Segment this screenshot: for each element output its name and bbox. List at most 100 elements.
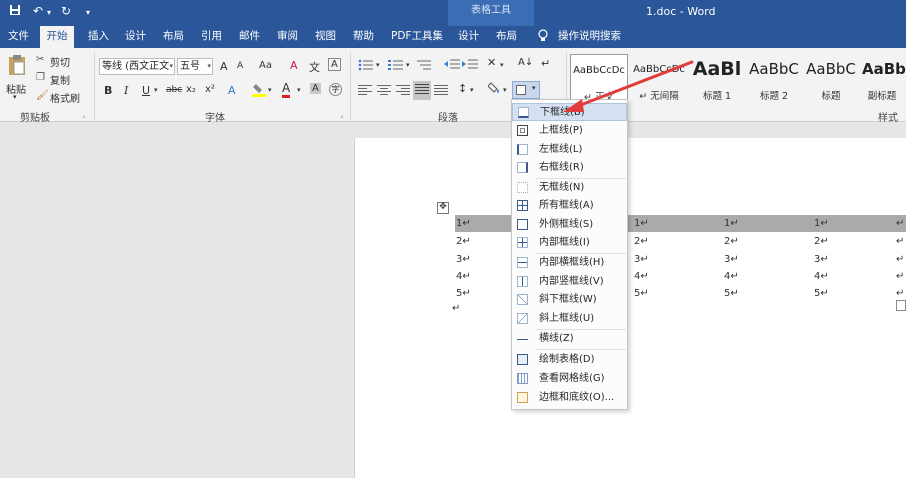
table-cell[interactable]: 3↵ <box>724 254 739 265</box>
font-name-combo[interactable]: 等线 (西文正文 ▾ <box>99 58 175 75</box>
table-cell[interactable]: ↵ <box>896 236 904 247</box>
phonetic-guide-icon[interactable]: 文 <box>309 59 320 75</box>
clear-format-button[interactable]: A <box>290 59 298 72</box>
chevron-down-icon[interactable]: ▾ <box>154 86 158 94</box>
decrease-indent-icon[interactable] <box>444 58 460 73</box>
char-border-icon[interactable]: A <box>328 58 341 71</box>
menu-item-no-border[interactable]: 无框线(N) <box>512 179 627 197</box>
table-cell[interactable]: 2↵ <box>634 236 649 247</box>
char-shading-button[interactable]: A <box>310 83 321 94</box>
numbering-icon[interactable] <box>388 59 404 74</box>
chevron-down-icon[interactable]: ▾ <box>376 61 380 69</box>
table-cell[interactable]: 1↵ <box>456 218 471 229</box>
tab-table-layout[interactable]: 布局 <box>492 26 521 48</box>
table-cell[interactable]: ↵ <box>896 288 904 299</box>
redo-icon[interactable]: ↻ <box>61 4 71 18</box>
tab-insert[interactable]: 插入 <box>84 26 113 48</box>
paste-icon[interactable] <box>8 54 26 79</box>
cut-icon[interactable]: ✂ <box>36 54 44 65</box>
table-cell[interactable]: 2↵ <box>456 236 471 247</box>
tab-table-design[interactable]: 设计 <box>454 26 483 48</box>
table-move-handle-icon[interactable]: ✥ <box>437 202 449 214</box>
document-page[interactable] <box>354 138 906 478</box>
style-no-spacing[interactable]: AaBbCcDc ↵ 无间隔 <box>630 54 688 102</box>
style-title[interactable]: AaBbC 标题 <box>802 54 860 102</box>
table-cell[interactable]: 5↵ <box>634 288 649 299</box>
menu-item-horizontal-line[interactable]: 横线(Z) <box>512 330 627 348</box>
menu-item-diagonal-up[interactable]: 斜上框线(U) <box>512 310 627 328</box>
bullets-icon[interactable] <box>358 59 374 74</box>
justify-icon[interactable] <box>413 81 431 100</box>
chevron-down-icon[interactable]: ▾ <box>297 86 301 94</box>
show-marks-icon[interactable]: ↵ <box>541 57 550 70</box>
table-cell[interactable]: 3↵ <box>814 254 829 265</box>
table-cell[interactable]: ↵ <box>896 271 904 282</box>
table-cell[interactable]: 5↵ <box>724 288 739 299</box>
shrink-font-button[interactable]: A <box>237 61 243 71</box>
chevron-down-icon[interactable]: ▾ <box>500 61 504 69</box>
customize-icon[interactable]: ▾ <box>86 8 90 17</box>
enclose-char-icon[interactable]: 字 <box>329 83 342 96</box>
menu-item-right-border[interactable]: 右框线(R) <box>512 159 627 177</box>
sort-icon[interactable]: A↓ <box>518 57 533 68</box>
undo-dropdown-icon[interactable]: ▾ <box>47 8 51 17</box>
highlight-icon[interactable] <box>252 82 266 101</box>
menu-item-top-border[interactable]: 上框线(P) <box>512 122 627 140</box>
borders-button[interactable]: ▾ <box>512 81 540 99</box>
paste-dropdown-icon[interactable]: ▾ <box>13 93 17 101</box>
align-right-icon[interactable] <box>396 84 410 99</box>
tab-references[interactable]: 引用 <box>197 26 226 48</box>
chevron-down-icon[interactable]: ▾ <box>503 86 507 94</box>
table-cell[interactable]: 1↵ <box>724 218 739 229</box>
menu-item-borders-shading[interactable]: 边框和底纹(O)... <box>512 389 627 407</box>
table-resize-handle-icon[interactable] <box>896 300 906 311</box>
copy-button[interactable]: 复制 <box>50 72 70 87</box>
tab-review[interactable]: 审阅 <box>273 26 302 48</box>
menu-item-view-gridlines[interactable]: 查看网格线(G) <box>512 370 627 388</box>
undo-icon[interactable]: ↶ <box>33 4 43 18</box>
table-cell[interactable]: 4↵ <box>456 271 471 282</box>
cut-button[interactable]: 剪切 <box>50 54 70 69</box>
clipboard-launcher-icon[interactable]: ⌟ <box>82 111 85 119</box>
menu-item-inside-horizontal[interactable]: 内部横框线(H) <box>512 254 627 272</box>
format-painter-icon[interactable]: 🖌 <box>36 90 49 101</box>
font-size-combo[interactable]: 五号 ▾ <box>177 58 213 75</box>
style-normal[interactable]: AaBbCcDc ↵ 正文 <box>570 54 628 103</box>
menu-item-outside-borders[interactable]: 外侧框线(S) <box>512 216 627 234</box>
style-subtitle[interactable]: AaBbl 副标题 <box>858 54 906 100</box>
italic-button[interactable]: I <box>124 84 128 97</box>
font-launcher-icon[interactable]: ⌟ <box>340 111 343 119</box>
table-cell[interactable]: 4↵ <box>634 271 649 282</box>
menu-item-bottom-border[interactable]: 下框线(B) <box>512 103 627 121</box>
chevron-down-icon[interactable]: ▾ <box>268 86 272 94</box>
change-case-button[interactable]: Aa <box>259 60 272 71</box>
superscript-button[interactable]: x² <box>205 84 215 95</box>
table-cell[interactable]: 1↵ <box>814 218 829 229</box>
tab-help[interactable]: 帮助 <box>349 26 378 48</box>
bold-button[interactable]: B <box>104 84 112 97</box>
table-cell[interactable]: 3↵ <box>456 254 471 265</box>
chevron-down-icon[interactable]: ▾ <box>470 86 474 94</box>
menu-item-inside-borders[interactable]: 内部框线(I) <box>512 234 627 252</box>
table-cell[interactable]: 5↵ <box>456 288 471 299</box>
font-color-button[interactable]: A <box>282 82 291 98</box>
table-cell[interactable]: 5↵ <box>814 288 829 299</box>
menu-item-diagonal-down[interactable]: 斜下框线(W) <box>512 291 627 309</box>
align-center-icon[interactable] <box>377 84 391 99</box>
table-cell[interactable]: ↵ <box>896 254 904 265</box>
increase-indent-icon[interactable] <box>462 58 478 73</box>
chevron-down-icon[interactable]: ▾ <box>406 61 410 69</box>
table-cell[interactable]: ↵ <box>896 218 904 229</box>
tab-pdf-tools[interactable]: PDF工具集 <box>387 26 447 48</box>
align-left-icon[interactable] <box>358 84 372 99</box>
table-cell[interactable]: 3↵ <box>634 254 649 265</box>
copy-icon[interactable]: ❐ <box>36 72 45 83</box>
text-effects-icon[interactable]: A <box>228 84 236 97</box>
save-icon[interactable] <box>9 4 21 19</box>
multilevel-list-icon[interactable] <box>417 59 433 74</box>
table-cell[interactable]: 4↵ <box>814 271 829 282</box>
table-cell[interactable]: 4↵ <box>724 271 739 282</box>
table-cell[interactable]: 1↵ <box>634 218 649 229</box>
line-spacing-icon[interactable]: ↕ <box>458 82 467 95</box>
tab-design[interactable]: 设计 <box>121 26 150 48</box>
